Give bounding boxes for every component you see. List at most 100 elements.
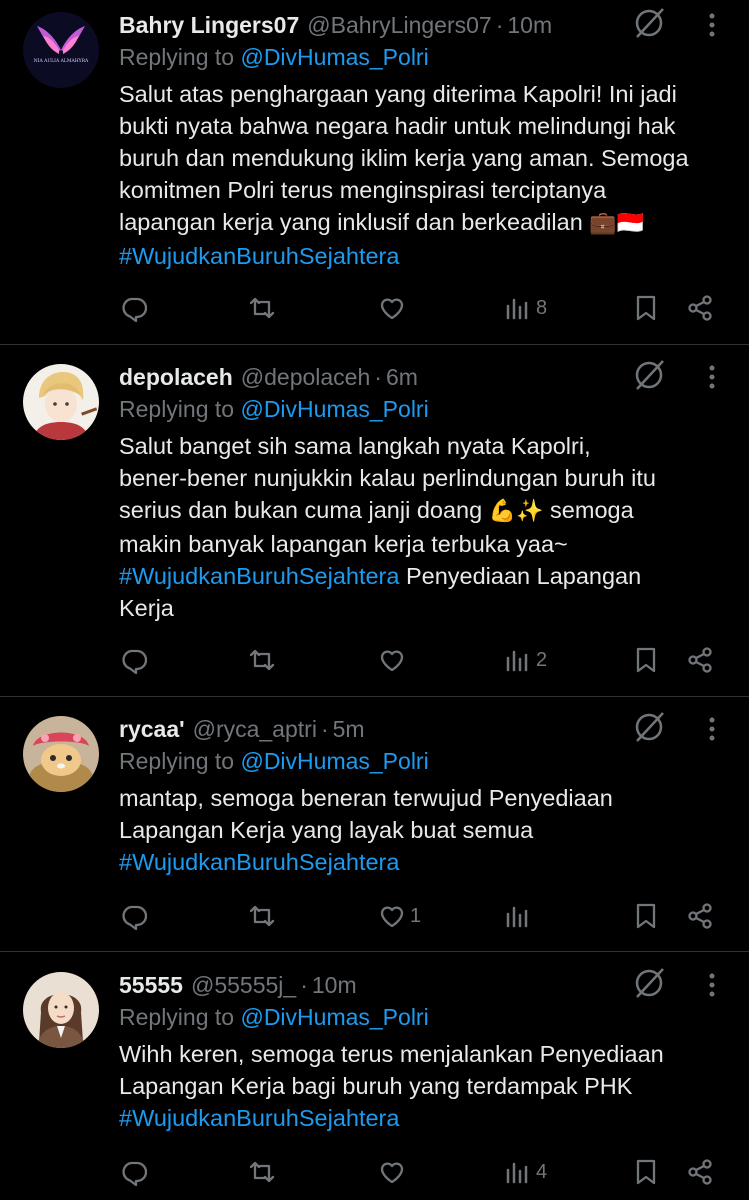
reply-button[interactable] [120,288,148,328]
share-button[interactable] [686,288,714,328]
more-icon[interactable] [700,8,724,42]
separator-dot: · [495,11,504,38]
user-handle[interactable]: @55555j_ [191,972,296,999]
timestamp[interactable]: 10m [312,972,357,999]
timestamp[interactable]: 6m [386,364,418,391]
bookmark-button[interactable] [632,288,660,328]
replying-to: Replying to @DivHumas_Polri [119,396,429,423]
more-icon[interactable] [700,712,724,746]
share-button[interactable] [686,896,714,936]
share-icon [688,1159,712,1185]
replying-to: Replying to @DivHumas_Polri [119,44,429,71]
reply-button[interactable] [120,1152,148,1192]
timestamp[interactable]: 5m [333,716,365,743]
display-name[interactable]: depolaceh [119,364,233,391]
avatar[interactable] [23,364,99,440]
like-button[interactable] [378,1152,410,1192]
reply-tweet[interactable]: NIA AULIA ALMAHYRA Bahry Lingers07 @Bahr… [0,8,749,344]
grok-icon[interactable] [630,708,668,746]
bookmark-button[interactable] [632,640,660,680]
grok-icon[interactable] [630,356,668,394]
views-button[interactable] [504,896,536,936]
retweet-button[interactable] [248,1152,276,1192]
like-button[interactable] [378,640,410,680]
grok-icon[interactable] [630,4,668,42]
like-button[interactable] [378,288,410,328]
reply-icon [122,649,148,674]
user-handle[interactable]: @BahryLingers07 [307,12,491,39]
avatar-image [23,364,99,440]
grok-icon[interactable] [630,964,668,1002]
reply-icon [122,1161,148,1186]
tweet-text: Salut banget sih sama langkah nyata Kapo… [119,430,731,624]
bookmark-icon [636,295,656,321]
replying-to: Replying to @DivHumas_Polri [119,748,429,775]
reply-tweet[interactable]: 55555 @55555j_ · 10m Replying to @DivHum… [0,968,749,1200]
retweet-icon [249,905,275,927]
action-bar: 4 [0,1152,749,1192]
emoji: 💼🇮🇩 [589,211,645,236]
reply-button[interactable] [120,640,148,680]
action-bar: 1 [0,896,749,936]
bookmark-button[interactable] [632,896,660,936]
mention-link[interactable]: @DivHumas_Polri [240,1004,428,1030]
retweet-icon [249,649,275,671]
separator-dot: · [374,363,382,390]
user-handle[interactable]: @depolaceh [241,364,371,391]
mention-link[interactable]: @DivHumas_Polri [240,748,428,774]
action-bar: 8 [0,288,749,328]
timestamp[interactable]: 10m [507,12,552,39]
tweet-text-body: Wihh keren, semoga terus menjalankan Pen… [119,1041,664,1099]
bookmark-icon [636,903,656,929]
divider [0,951,749,952]
views-icon [506,298,528,320]
divider [0,696,749,697]
like-icon [380,906,404,928]
mention-link[interactable]: @DivHumas_Polri [240,396,428,422]
bookmark-button[interactable] [632,1152,660,1192]
avatar-image: NIA AULIA ALMAHYRA [23,12,99,88]
avatar[interactable] [23,972,99,1048]
mention-link[interactable]: @DivHumas_Polri [240,44,428,70]
avatar[interactable] [23,716,99,792]
svg-text:NIA AULIA ALMAHYRA: NIA AULIA ALMAHYRA [34,58,89,64]
divider [0,344,749,345]
like-button[interactable]: 1 [378,896,421,936]
hashtag-link[interactable]: #WujudkanBuruhSejahtera [119,563,399,589]
tweet-header: 55555 @55555j_ · 10m [119,968,629,1002]
like-icon [380,650,404,672]
replying-to-label: Replying to [119,1004,235,1030]
views-button[interactable]: 4 [504,1152,547,1192]
tweet-text-body: mantap, semoga beneran terwujud Penyedia… [119,785,613,843]
display-name[interactable]: 55555 [119,972,183,999]
reply-tweet[interactable]: depolaceh @depolaceh · 6m Replying to @D… [0,360,749,696]
more-icon[interactable] [700,968,724,1002]
reply-icon [122,905,148,930]
share-icon [688,903,712,929]
more-icon[interactable] [700,360,724,394]
retweet-button[interactable] [248,288,276,328]
hashtag-link[interactable]: #WujudkanBuruhSejahtera [119,243,399,269]
share-button[interactable] [686,1152,714,1192]
retweet-icon [249,297,275,319]
emoji: 💪✨ [488,499,544,524]
hashtag-link[interactable]: #WujudkanBuruhSejahtera [119,1105,399,1131]
share-icon [688,295,712,321]
display-name[interactable]: rycaa' [119,716,185,743]
reply-tweet[interactable]: rycaa' @ryca_aptri · 5m Replying to @Div… [0,712,749,952]
hashtag-link[interactable]: #WujudkanBuruhSejahtera [119,849,399,875]
retweet-button[interactable] [248,896,276,936]
bookmark-icon [636,647,656,673]
avatar[interactable]: NIA AULIA ALMAHYRA [23,12,99,88]
share-button[interactable] [686,640,714,680]
views-button[interactable]: 2 [504,640,547,680]
avatar-image [23,716,99,792]
retweet-icon [249,1161,275,1183]
views-button[interactable]: 8 [504,288,547,328]
separator-dot: · [300,971,308,998]
retweet-button[interactable] [248,640,276,680]
reply-button[interactable] [120,896,148,936]
tweet-header: rycaa' @ryca_aptri · 5m [119,712,629,746]
display-name[interactable]: Bahry Lingers07 [119,12,299,39]
user-handle[interactable]: @ryca_aptri [193,716,317,743]
